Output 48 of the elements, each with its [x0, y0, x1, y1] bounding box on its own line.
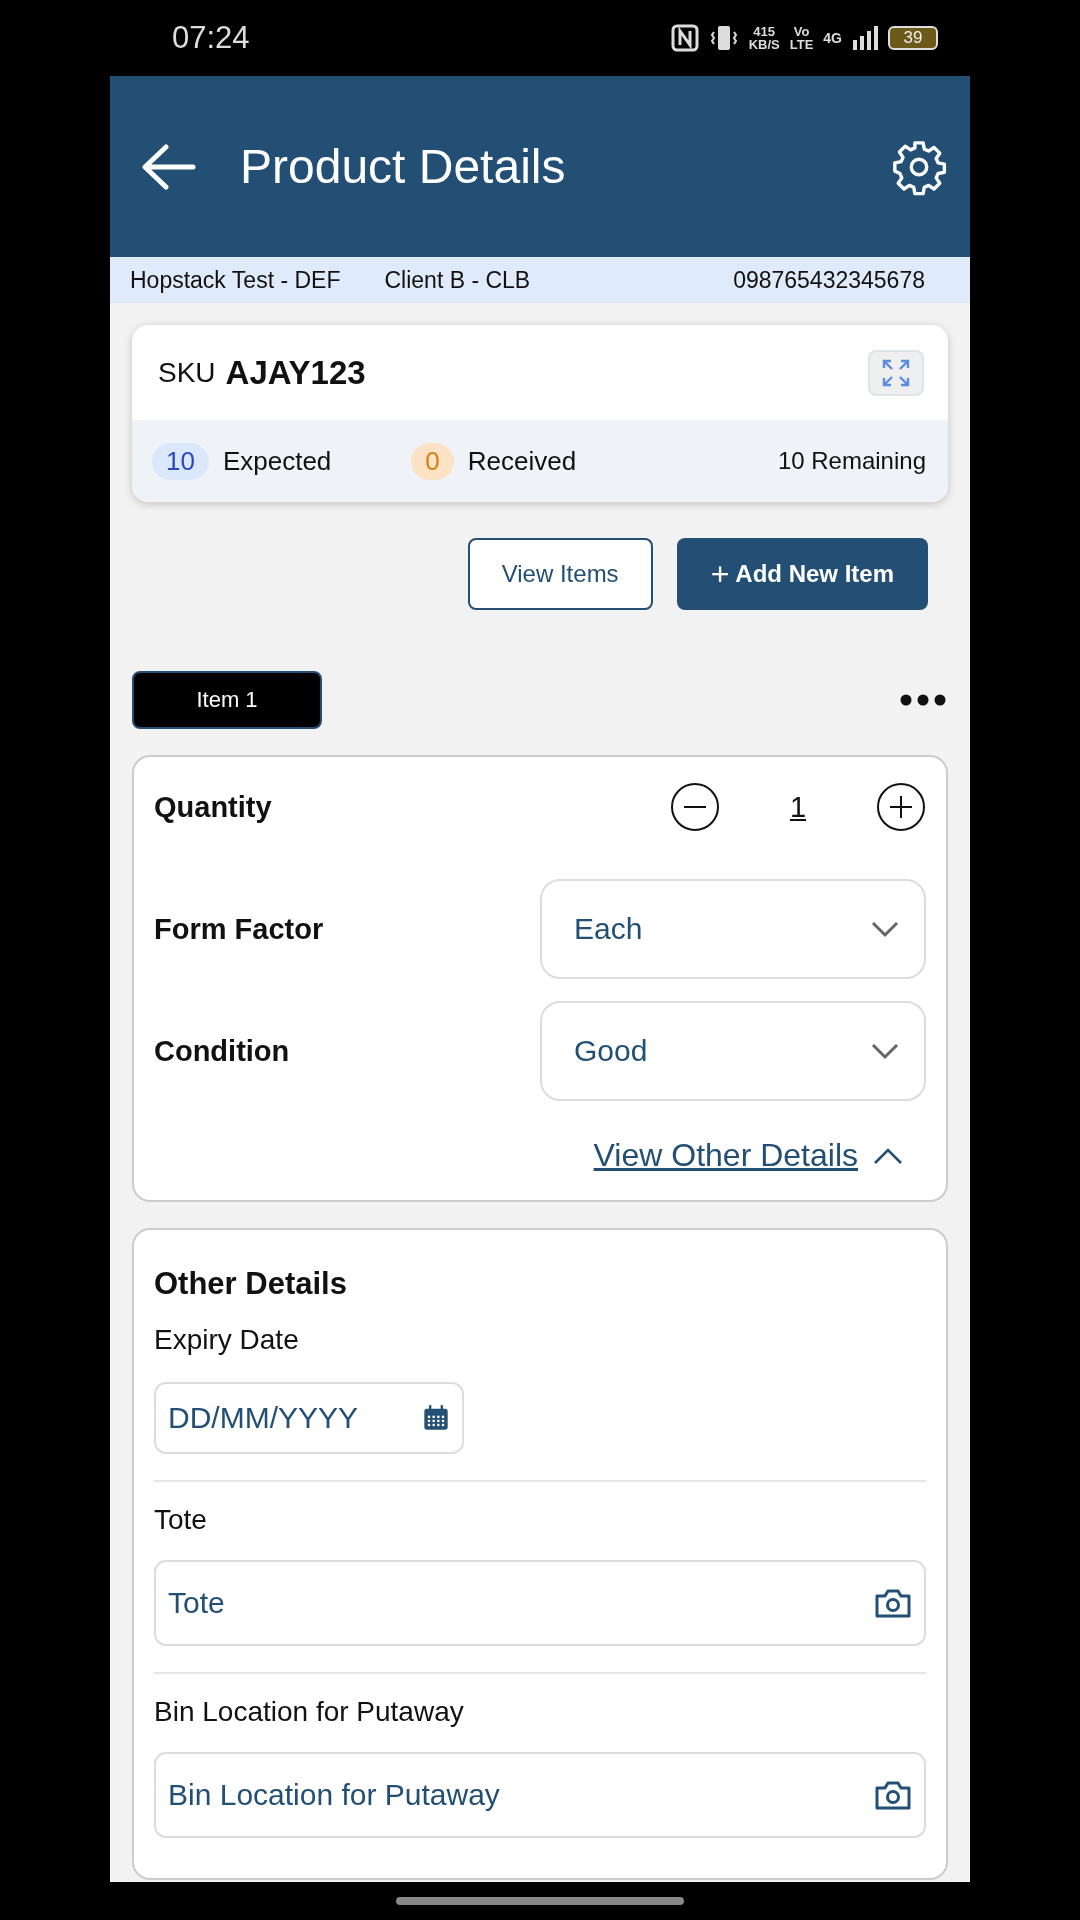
speed-unit: KB/S [748, 38, 780, 51]
nfc-icon [670, 24, 699, 52]
form-factor-label: Form Factor [154, 912, 324, 946]
status-time: 07:24 [172, 20, 250, 56]
expected-count: 10 [152, 442, 209, 480]
view-items-button[interactable]: View Items [467, 538, 653, 610]
item-tab[interactable]: Item 1 [132, 671, 322, 729]
field-label: Expiry Date [154, 1324, 300, 1356]
sku-label: SKU [158, 356, 216, 389]
condition-label: Condition [154, 1034, 290, 1068]
camera-icon[interactable] [874, 1587, 912, 1619]
volte-label: LTE [789, 38, 814, 51]
input-field[interactable]: Tote [154, 1560, 926, 1646]
section-title: Other Details [154, 1265, 348, 1302]
form-factor-dropdown[interactable]: Each [540, 879, 926, 979]
add-new-item-button[interactable]: + Add New Item [676, 538, 928, 610]
sku-value: AJAY123 [225, 353, 366, 392]
battery-level: 39 [888, 26, 938, 50]
back-arrow-icon[interactable] [140, 143, 196, 190]
network-type: 4G [823, 30, 842, 46]
expected-label: Expected [222, 445, 332, 477]
field-label: Bin Location for Putaway [154, 1696, 465, 1728]
quantity-label: Quantity [154, 790, 272, 824]
screen-title: Product Details [240, 139, 566, 194]
expand-button[interactable] [868, 349, 924, 396]
condition-dropdown[interactable]: Good [540, 1001, 926, 1101]
chevron-down-icon [870, 920, 900, 938]
increase-button[interactable] [876, 782, 926, 832]
received-count: 0 [411, 442, 454, 480]
input-field[interactable]: Bin Location for Putaway [154, 1752, 926, 1838]
more-options-icon[interactable] [900, 694, 946, 706]
calendar-icon[interactable] [422, 1404, 450, 1432]
field-label: Tote [154, 1504, 208, 1536]
view-other-details-link[interactable]: View Other Details [593, 1137, 858, 1174]
remaining-count: 10 Remaining [777, 447, 926, 475]
chevron-down-icon [870, 1042, 900, 1060]
quantity-value[interactable]: 1 [720, 790, 876, 824]
network-speed: 415 [752, 25, 777, 38]
client-name: Client B - CLB [384, 266, 531, 294]
camera-icon[interactable] [874, 1779, 912, 1811]
signal-icon [852, 26, 878, 50]
vibrate-icon [708, 24, 739, 52]
volte-label: Vo [792, 25, 811, 38]
decrease-button[interactable] [670, 782, 720, 832]
date-field[interactable]: DD/MM/YYYY [154, 1382, 464, 1454]
warehouse-name: Hopstack Test - DEF [130, 266, 341, 294]
received-label: Received [467, 445, 577, 477]
order-number: 098765432345678 [733, 266, 925, 294]
